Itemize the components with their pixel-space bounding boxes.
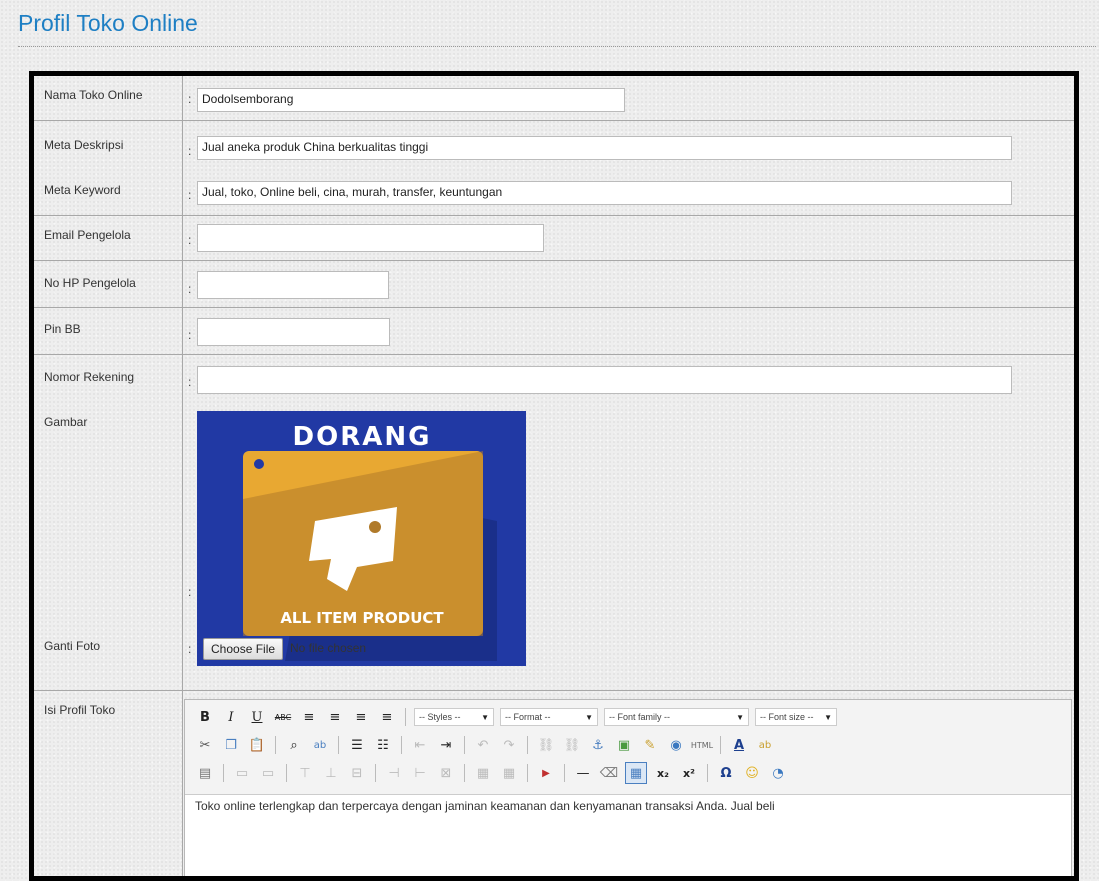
page-title: Profil Toko Online: [18, 10, 198, 36]
label-isi-profil: Isi Profil Toko: [44, 703, 116, 717]
label-pin-bb: Pin BB: [44, 322, 81, 336]
find-icon[interactable]: ⌕: [284, 735, 304, 755]
meta-keyword-input[interactable]: Jual, toko, Online beli, cina, murah, tr…: [197, 181, 1012, 205]
fullscreen-icon[interactable]: ◔: [768, 763, 788, 783]
row-no-hp: No HP Pengelola :: [34, 261, 1074, 308]
label-ganti-foto: Ganti Foto: [44, 639, 101, 653]
visual-aid-icon[interactable]: ▦: [625, 762, 647, 784]
youtube-icon[interactable]: ▶: [536, 763, 556, 783]
emoticon-icon[interactable]: ☺: [742, 763, 762, 783]
col-before-icon[interactable]: ⊣: [384, 763, 404, 783]
link-icon[interactable]: ⛓: [536, 735, 556, 755]
horizontal-rule-icon[interactable]: —: [573, 763, 593, 783]
pin-bb-input[interactable]: [197, 318, 390, 346]
label-meta-deskripsi: Meta Deskripsi: [44, 138, 124, 152]
indent-icon[interactable]: ⇥: [436, 735, 456, 755]
label-gambar: Gambar: [44, 415, 88, 429]
bullet-list-icon[interactable]: ☰: [347, 735, 367, 755]
toolbar-row-2: ✂ ❐ 📋 ⌕ ab ☰ ☷ ⇤ ⇥ ↶ ↷ ⛓ ⛓ ⚓ ▣ ✎ ◉ HTML …: [195, 732, 775, 758]
editor-content[interactable]: Toko online terlengkap dan terpercaya de…: [185, 794, 1071, 876]
table-props-icon[interactable]: ▤: [195, 763, 215, 783]
profile-form: Nama Toko Online : Dodolsemborang Meta D…: [29, 71, 1079, 881]
file-status: No file chosen: [290, 641, 367, 655]
no-hp-input[interactable]: [197, 271, 389, 299]
rekening-input[interactable]: [197, 366, 1012, 394]
align-left-icon[interactable]: ≡: [299, 707, 319, 727]
split-cells-icon[interactable]: ▦: [473, 763, 493, 783]
cut-icon[interactable]: ✂: [195, 735, 215, 755]
label-email: Email Pengelola: [44, 228, 131, 242]
row-meta: Meta Deskripsi : Jual aneka produk China…: [34, 121, 1074, 216]
outdent-icon[interactable]: ⇤: [410, 735, 430, 755]
font-size-dropdown[interactable]: -- Font size -- ▼: [755, 708, 837, 726]
nama-toko-input[interactable]: Dodolsemborang: [197, 88, 625, 112]
strikethrough-icon[interactable]: ABC: [273, 707, 293, 727]
italic-icon[interactable]: I: [221, 707, 241, 727]
styles-dropdown[interactable]: -- Styles -- ▼: [414, 708, 494, 726]
text-color-icon[interactable]: A: [729, 735, 749, 755]
label-rekening: Nomor Rekening: [44, 370, 135, 384]
row-before-icon[interactable]: ⊤: [295, 763, 315, 783]
anchor-icon[interactable]: ⚓: [588, 735, 608, 755]
rich-text-editor[interactable]: B I U ABC ≡ ≡ ≡ ≡ -- Styles -- ▼ -- Forma…: [184, 699, 1072, 876]
label-meta-keyword: Meta Keyword: [44, 183, 121, 197]
merge-cells-icon[interactable]: ▦: [499, 763, 519, 783]
delete-row-icon[interactable]: ⊟: [347, 763, 367, 783]
replace-icon[interactable]: ab: [310, 735, 330, 755]
choose-file-button[interactable]: Choose File: [203, 638, 284, 660]
special-char-icon[interactable]: Ω: [716, 763, 736, 783]
cell-props-icon[interactable]: ▭: [258, 763, 278, 783]
cleanup-icon[interactable]: ✎: [640, 735, 660, 755]
unlink-icon[interactable]: ⛓: [562, 735, 582, 755]
email-input[interactable]: [197, 224, 544, 252]
label-nama-toko: Nama Toko Online: [44, 88, 143, 102]
image-title: DORANG: [293, 422, 432, 452]
redo-icon[interactable]: ↷: [499, 735, 519, 755]
delete-col-icon[interactable]: ⊠: [436, 763, 456, 783]
col-after-icon[interactable]: ⊢: [410, 763, 430, 783]
format-dropdown[interactable]: -- Format -- ▼: [500, 708, 598, 726]
numbered-list-icon[interactable]: ☷: [373, 735, 393, 755]
highlight-color-icon[interactable]: ab: [755, 735, 775, 755]
image-caption: ALL ITEM PRODUCT: [280, 609, 444, 627]
underline-icon[interactable]: U: [247, 707, 267, 727]
meta-deskripsi-input[interactable]: Jual aneka produk China berkualitas ting…: [197, 136, 1012, 160]
paste-icon[interactable]: 📋: [247, 735, 267, 755]
label-no-hp: No HP Pengelola: [44, 276, 136, 290]
row-rekening-gambar: Nomor Rekening : Gambar : Ganti Foto :: [34, 355, 1074, 691]
align-justify-icon[interactable]: ≡: [377, 707, 397, 727]
store-logo-image: DORANG ALL ITEM PRODUCT: [197, 411, 526, 666]
image-icon[interactable]: ▣: [614, 735, 634, 755]
undo-icon[interactable]: ↶: [473, 735, 493, 755]
align-right-icon[interactable]: ≡: [351, 707, 371, 727]
help-icon[interactable]: ◉: [666, 735, 686, 755]
row-nama-toko: Nama Toko Online : Dodolsemborang: [34, 76, 1074, 121]
subscript-icon[interactable]: x₂: [653, 763, 673, 783]
row-after-icon[interactable]: ⊥: [321, 763, 341, 783]
bold-icon[interactable]: B: [195, 707, 215, 727]
remove-format-icon[interactable]: ⌫: [599, 763, 619, 783]
row-props-icon[interactable]: ▭: [232, 763, 252, 783]
copy-icon[interactable]: ❐: [221, 735, 241, 755]
title-divider: [18, 46, 1096, 47]
row-isi-profil: Isi Profil Toko : B I U ABC ≡ ≡ ≡ ≡ -- S…: [34, 691, 1074, 876]
toolbar-row-1: B I U ABC ≡ ≡ ≡ ≡ -- Styles -- ▼ -- Forma…: [195, 704, 837, 730]
align-center-icon[interactable]: ≡: [325, 707, 345, 727]
row-pin-bb: Pin BB :: [34, 308, 1074, 355]
html-source-icon[interactable]: HTML: [691, 735, 713, 755]
font-family-dropdown[interactable]: -- Font family -- ▼: [604, 708, 749, 726]
superscript-icon[interactable]: x²: [679, 763, 699, 783]
row-email: Email Pengelola :: [34, 216, 1074, 261]
toolbar-row-3: ▤ ▭ ▭ ⊤ ⊥ ⊟ ⊣ ⊢ ⊠ ▦ ▦ ▶ — ⌫ ▦ x₂ x² Ω ☺ …: [195, 760, 788, 786]
